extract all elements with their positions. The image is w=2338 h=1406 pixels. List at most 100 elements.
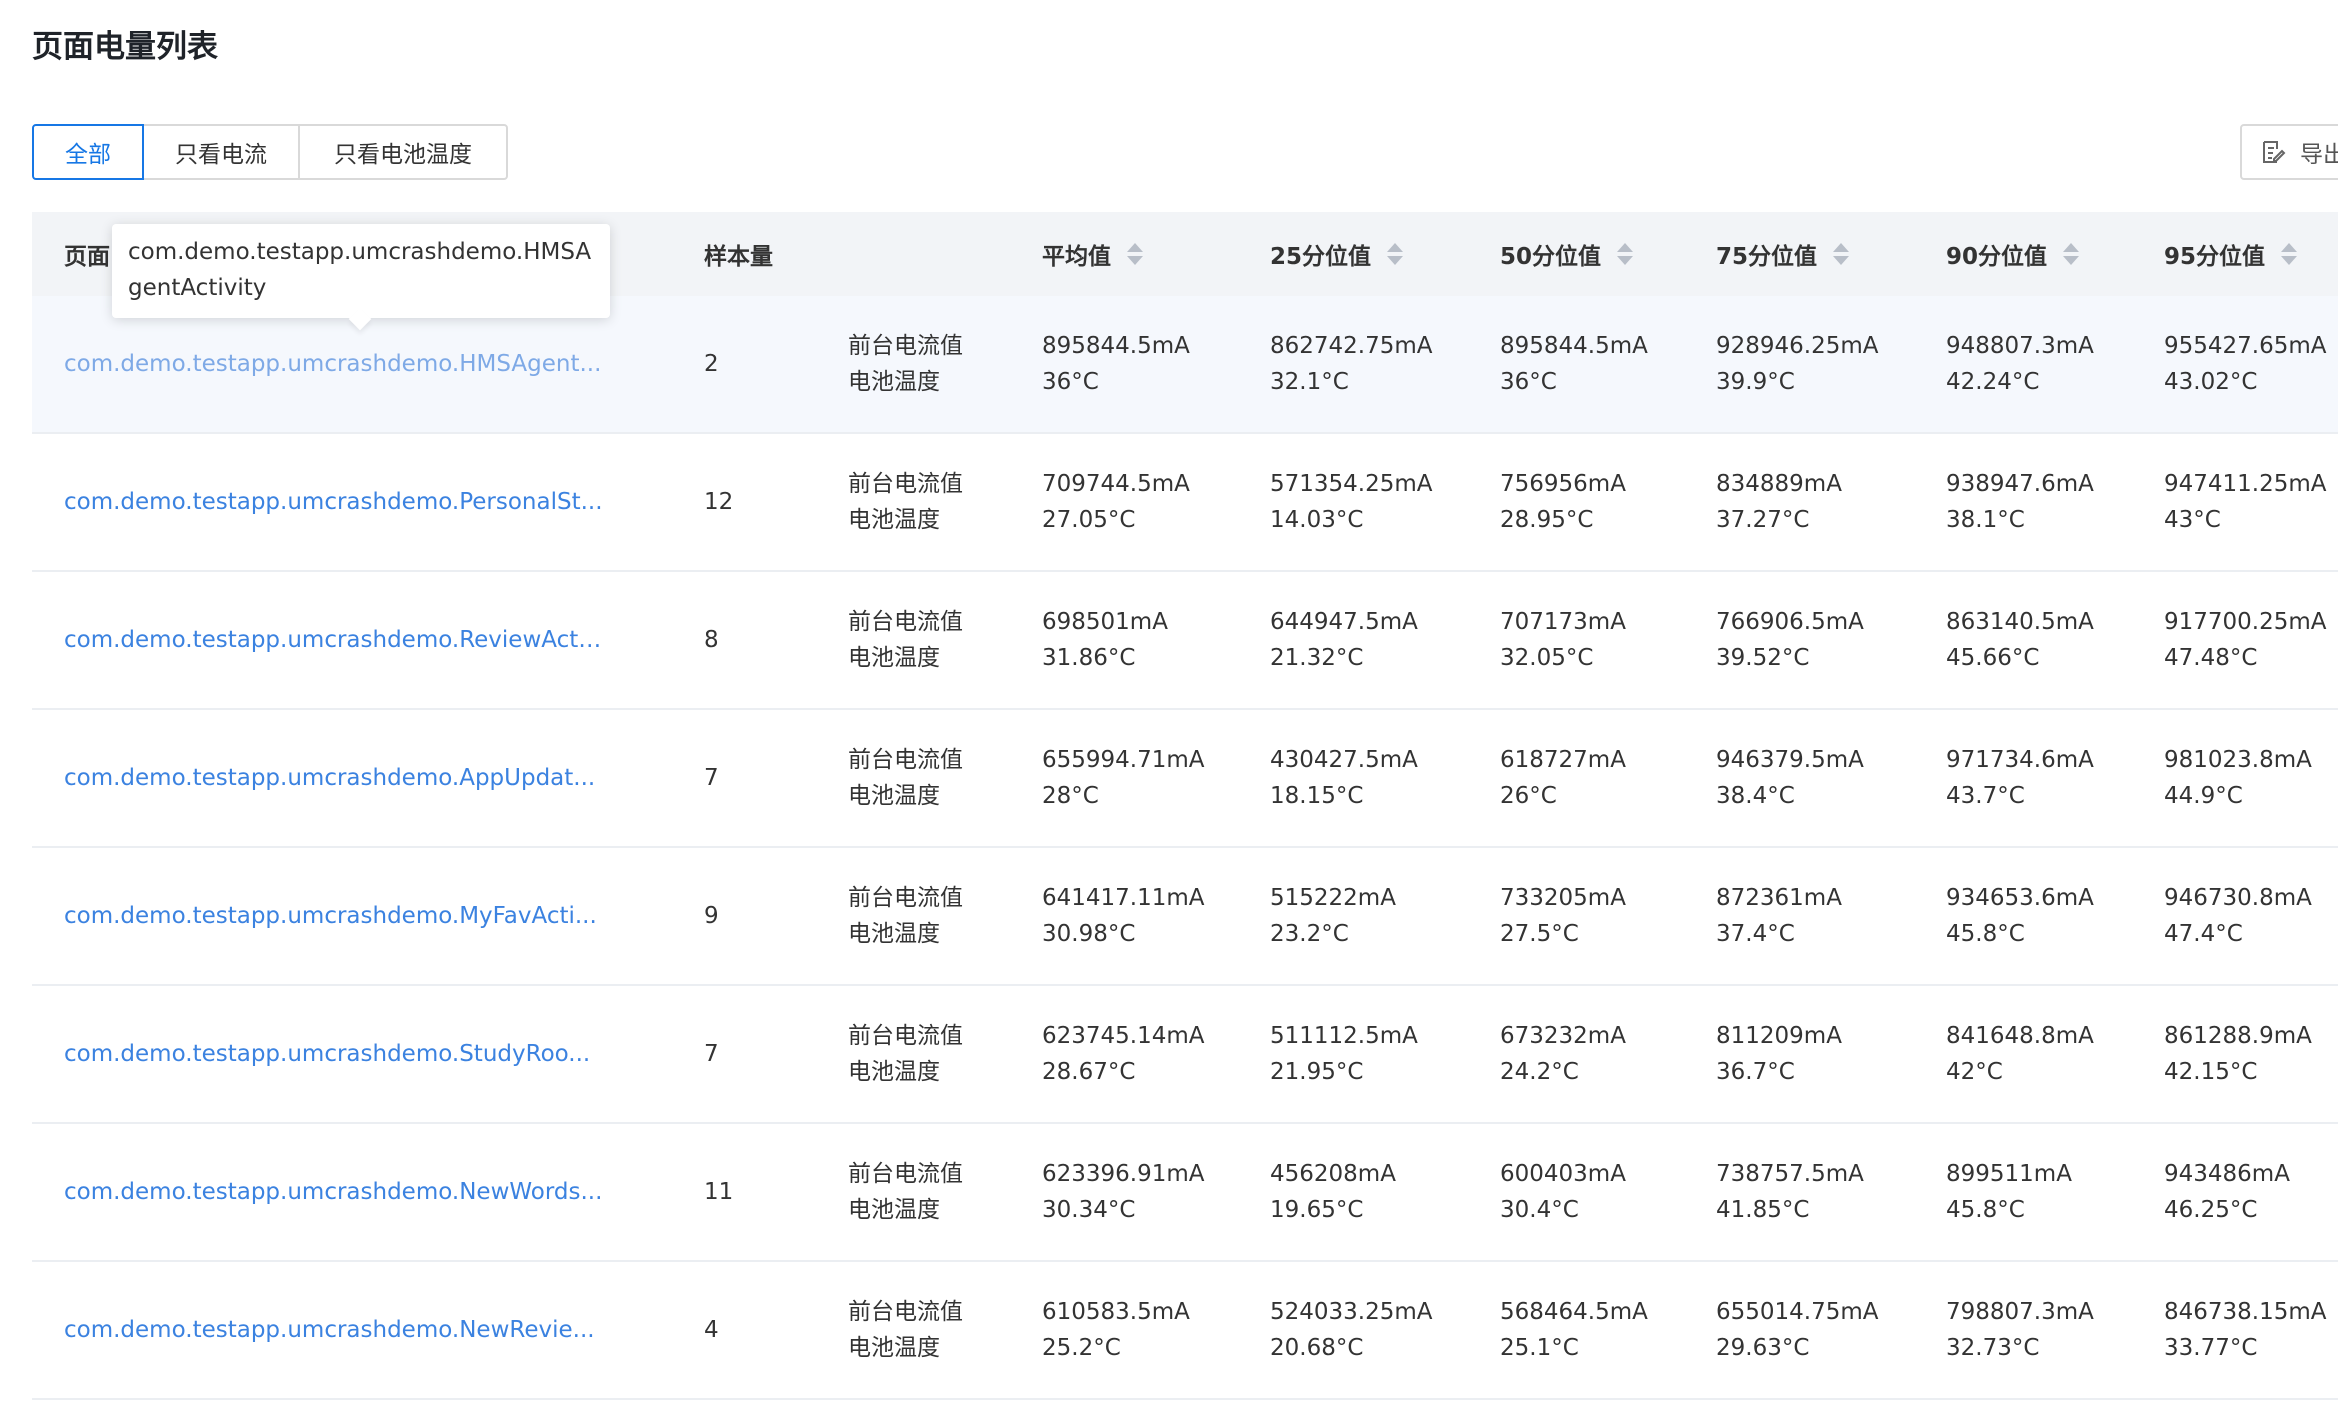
export-button[interactable]: 导出 — [2240, 124, 2338, 180]
table-row: com.demo.testapp.umcrashdemo.MyFavActi..… — [32, 848, 2338, 986]
header-p95[interactable]: 95分位值 — [2164, 212, 2298, 296]
current-label: 前台电流值 — [848, 471, 963, 497]
temperature-value: 27.5°C — [1500, 921, 1579, 947]
current-value: 456208mA — [1270, 1161, 1396, 1187]
temperature-value: 36.7°C — [1716, 1059, 1795, 1085]
sort-icon[interactable] — [1387, 243, 1404, 265]
temperature-value: 24.2°C — [1500, 1059, 1579, 1085]
current-value: 938947.6mA — [1946, 471, 2094, 497]
current-value: 895844.5mA — [1042, 333, 1190, 359]
page-link[interactable]: com.demo.testapp.umcrashdemo.ReviewActi.… — [64, 622, 604, 658]
current-value: 943486mA — [2164, 1161, 2290, 1187]
p95-cell: 947411.25mA 43°C — [2164, 434, 2327, 570]
current-value: 862742.75mA — [1270, 333, 1433, 359]
filter-current-button[interactable]: 只看电流 — [142, 124, 300, 180]
p95-cell: 846738.15mA 33.77°C — [2164, 1262, 2327, 1398]
current-value: 623745.14mA — [1042, 1023, 1205, 1049]
current-value: 709744.5mA — [1042, 471, 1190, 497]
p90-cell: 934653.6mA 45.8°C — [1946, 848, 2094, 984]
temperature-value: 30.4°C — [1500, 1197, 1579, 1223]
page-link[interactable]: com.demo.testapp.umcrashdemo.NewRevie... — [64, 1312, 604, 1348]
temperature-label: 电池温度 — [848, 645, 940, 671]
p25-cell: 430427.5mA 18.15°C — [1270, 710, 1418, 846]
temperature-value: 23.2°C — [1270, 921, 1349, 947]
page-link[interactable]: com.demo.testapp.umcrashdemo.PersonalSt.… — [64, 484, 604, 520]
sort-icon[interactable] — [2281, 243, 2298, 265]
metric-labels-cell: 前台电流值 电池温度 — [848, 572, 963, 708]
temperature-value: 21.95°C — [1270, 1059, 1364, 1085]
current-value: 798807.3mA — [1946, 1299, 2094, 1325]
temperature-label: 电池温度 — [848, 369, 940, 395]
page-title: 页面电量列表 — [32, 29, 218, 65]
samples-cell: 7 — [704, 765, 719, 791]
temperature-value: 38.4°C — [1716, 783, 1795, 809]
temperature-value: 42°C — [1946, 1059, 2003, 1085]
p25-cell: 644947.5mA 21.32°C — [1270, 572, 1418, 708]
current-value: 834889mA — [1716, 471, 1842, 497]
temperature-label: 电池温度 — [848, 921, 940, 947]
table-row: com.demo.testapp.umcrashdemo.NewRevie...… — [32, 1262, 2338, 1400]
header-p25[interactable]: 25分位值 — [1270, 212, 1404, 296]
avg-cell: 895844.5mA 36°C — [1042, 296, 1190, 432]
avg-cell: 610583.5mA 25.2°C — [1042, 1262, 1190, 1398]
header-p50[interactable]: 50分位值 — [1500, 212, 1634, 296]
table-body: com.demo.testapp.umcrashdemo.HMSAgent...… — [32, 296, 2338, 1400]
current-value: 524033.25mA — [1270, 1299, 1433, 1325]
header-p50-label: 50分位值 — [1500, 244, 1602, 270]
sort-icon[interactable] — [1617, 243, 1634, 265]
p95-cell: 955427.65mA 43.02°C — [2164, 296, 2327, 432]
current-value: 863140.5mA — [1946, 609, 2094, 635]
temperature-value: 21.32°C — [1270, 645, 1364, 671]
avg-cell: 623745.14mA 28.67°C — [1042, 986, 1205, 1122]
temperature-value: 38.1°C — [1946, 507, 2025, 533]
page-link[interactable]: com.demo.testapp.umcrashdemo.MyFavActi..… — [64, 898, 604, 934]
current-value: 846738.15mA — [2164, 1299, 2327, 1325]
filter-temperature-button[interactable]: 只看电池温度 — [298, 124, 508, 180]
temperature-value: 27.05°C — [1042, 507, 1136, 533]
current-value: 895844.5mA — [1500, 333, 1648, 359]
header-p90[interactable]: 90分位值 — [1946, 212, 2080, 296]
page-link[interactable]: com.demo.testapp.umcrashdemo.HMSAgent... — [64, 346, 604, 382]
current-value: 946730.8mA — [2164, 885, 2312, 911]
p75-cell: 811209mA 36.7°C — [1716, 986, 1842, 1122]
temperature-value: 39.9°C — [1716, 369, 1795, 395]
p50-cell: 568464.5mA 25.1°C — [1500, 1262, 1648, 1398]
temperature-value: 28°C — [1042, 783, 1099, 809]
temperature-value: 30.34°C — [1042, 1197, 1136, 1223]
temperature-label: 电池温度 — [848, 1197, 940, 1223]
current-value: 644947.5mA — [1270, 609, 1418, 635]
temperature-value: 31.86°C — [1042, 645, 1136, 671]
current-value: 841648.8mA — [1946, 1023, 2094, 1049]
temperature-value: 28.67°C — [1042, 1059, 1136, 1085]
current-label: 前台电流值 — [848, 885, 963, 911]
p75-cell: 946379.5mA 38.4°C — [1716, 710, 1864, 846]
p95-cell: 946730.8mA 47.4°C — [2164, 848, 2312, 984]
current-value: 655014.75mA — [1716, 1299, 1879, 1325]
header-page: 页面 — [64, 244, 110, 270]
metric-labels-cell: 前台电流值 电池温度 — [848, 296, 963, 432]
sort-icon[interactable] — [1127, 243, 1143, 265]
temperature-value: 46.25°C — [2164, 1197, 2258, 1223]
sort-icon[interactable] — [1833, 243, 1850, 265]
filter-all-button[interactable]: 全部 — [32, 124, 144, 180]
current-value: 698501mA — [1042, 609, 1168, 635]
tooltip-text: com.demo.testapp.umcrashdemo.HMSAgentAct… — [128, 239, 592, 301]
page-link[interactable]: com.demo.testapp.umcrashdemo.StudyRoo... — [64, 1036, 604, 1072]
avg-cell: 698501mA 31.86°C — [1042, 572, 1168, 708]
current-label: 前台电流值 — [848, 333, 963, 359]
page-link[interactable]: com.demo.testapp.umcrashdemo.NewWords... — [64, 1174, 604, 1210]
header-avg[interactable]: 平均值 — [1042, 212, 1143, 296]
sort-icon[interactable] — [2063, 243, 2080, 265]
temperature-value: 33.77°C — [2164, 1335, 2258, 1361]
metric-labels-cell: 前台电流值 电池温度 — [848, 848, 963, 984]
page-link[interactable]: com.demo.testapp.umcrashdemo.AppUpdat... — [64, 760, 604, 796]
current-value: 655994.71mA — [1042, 747, 1205, 773]
table-row: com.demo.testapp.umcrashdemo.AppUpdat...… — [32, 710, 2338, 848]
current-value: 738757.5mA — [1716, 1161, 1864, 1187]
p90-cell: 841648.8mA 42°C — [1946, 986, 2094, 1122]
p75-cell: 872361mA 37.4°C — [1716, 848, 1842, 984]
header-p75[interactable]: 75分位值 — [1716, 212, 1850, 296]
temperature-value: 28.95°C — [1500, 507, 1594, 533]
temperature-value: 25.2°C — [1042, 1335, 1121, 1361]
header-p90-label: 90分位值 — [1946, 244, 2048, 270]
